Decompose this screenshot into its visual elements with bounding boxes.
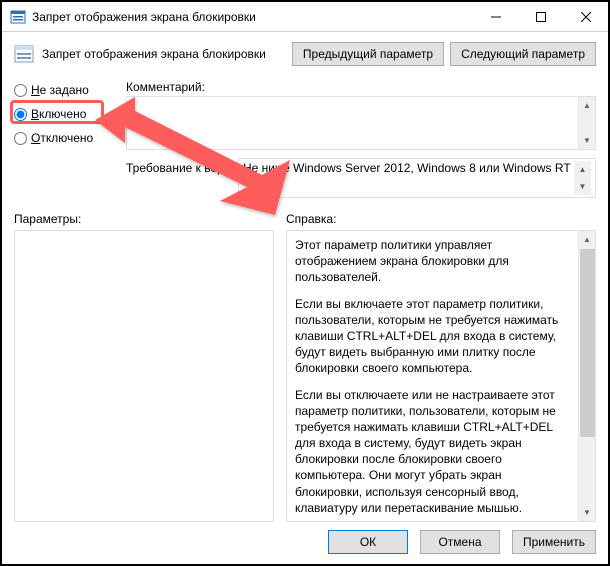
scrollbar-thumb[interactable] (580, 249, 595, 437)
header-row: Запрет отображения экрана блокировки Пре… (14, 42, 596, 66)
radio-enabled-input[interactable] (14, 108, 27, 121)
minimize-button[interactable] (473, 2, 518, 31)
comment-scrollbar[interactable]: ▲ ▼ (578, 97, 595, 149)
help-panel: Этот параметр политики управляет отображ… (286, 230, 596, 522)
apply-button[interactable]: Применить (512, 530, 596, 554)
window-icon (10, 9, 26, 25)
comment-field-wrap: ▲ ▼ (126, 96, 596, 150)
scroll-up-icon[interactable]: ▲ (579, 97, 596, 114)
requirement-scrollbar[interactable]: ▲ ▼ (574, 161, 591, 195)
next-setting-button[interactable]: Следующий параметр (450, 42, 596, 66)
radio-not-configured-input[interactable] (14, 84, 27, 97)
requirement-value: Не ниже Windows Server 2012, Windows 8 и… (243, 161, 574, 195)
scroll-down-icon[interactable]: ▼ (579, 504, 596, 521)
options-body (15, 231, 273, 521)
radio-disabled[interactable]: Отключено (14, 130, 114, 146)
scroll-down-icon[interactable]: ▼ (579, 132, 596, 149)
scroll-up-icon[interactable]: ▲ (579, 231, 596, 248)
requirement-field: Не ниже Windows Server 2012, Windows 8 и… (238, 158, 596, 198)
policy-title: Запрет отображения экрана блокировки (42, 47, 286, 61)
cancel-button[interactable]: Отмена (420, 530, 500, 554)
help-scrollbar[interactable]: ▲ ▼ (578, 231, 595, 521)
scroll-down-icon[interactable]: ▼ (574, 178, 591, 195)
options-panel (14, 230, 274, 522)
radio-not-configured[interactable]: Не задано (14, 82, 114, 98)
maximize-button[interactable] (518, 2, 563, 31)
ok-button[interactable]: ОК (328, 530, 408, 554)
titlebar: Запрет отображения экрана блокировки (2, 2, 608, 32)
help-text: Если вы отключаете или не настраиваете э… (295, 387, 570, 517)
help-body: Этот параметр политики управляет отображ… (287, 231, 578, 521)
help-text: Если вы включаете этот параметр политики… (295, 296, 570, 377)
help-text: Этот параметр политики управляет отображ… (295, 237, 570, 286)
close-button[interactable] (563, 2, 608, 31)
scroll-up-icon[interactable]: ▲ (574, 161, 591, 178)
radio-disabled-input[interactable] (14, 132, 27, 145)
comment-input[interactable] (127, 97, 578, 149)
dialog-footer: ОК Отмена Применить (2, 522, 608, 554)
options-label: Параметры: (14, 212, 274, 226)
comment-label: Комментарий: (126, 80, 596, 94)
help-label: Справка: (286, 212, 596, 226)
radio-enabled[interactable]: Включено (14, 106, 114, 122)
previous-setting-button[interactable]: Предыдущий параметр (292, 42, 444, 66)
requirement-label: Требование к версии: (126, 158, 238, 198)
policy-icon (14, 44, 34, 64)
state-radio-group: Не задано Включено Отключено (14, 80, 114, 198)
window-title: Запрет отображения экрана блокировки (32, 10, 473, 24)
